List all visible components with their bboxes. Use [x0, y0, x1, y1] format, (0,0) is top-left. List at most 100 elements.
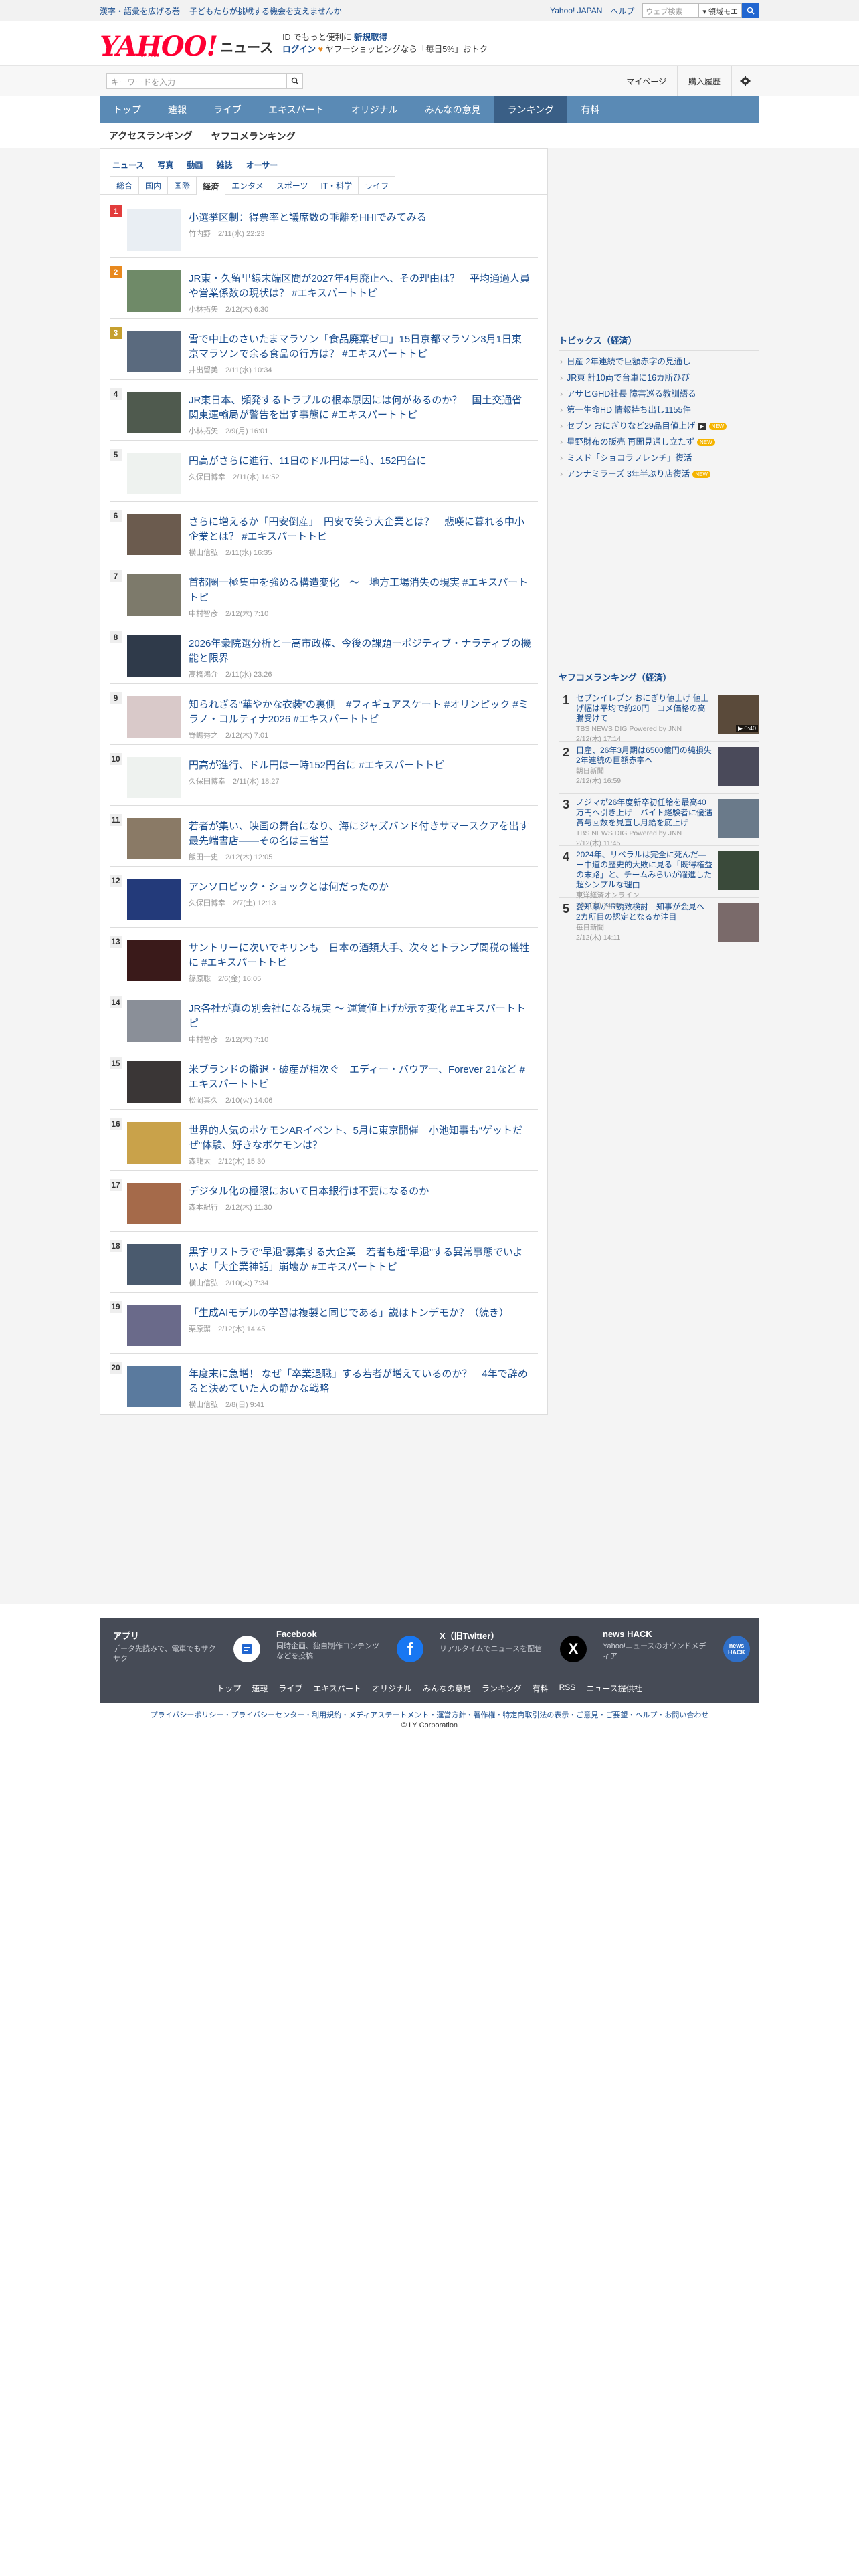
comment-ranking-thumbnail[interactable]: ▶ 0:40 — [718, 695, 759, 734]
ranking-item[interactable]: 5 円高がさらに進行、11日のドル円は一時、152円台に 久保田博幸 2/11(水)… — [110, 441, 538, 502]
article-title[interactable]: 円高が進行、ドル円は一時152円台に #エキスパートトピ — [189, 758, 531, 773]
tab-access-ranking[interactable]: アクセスランキング — [100, 123, 202, 150]
article-thumbnail[interactable] — [127, 331, 181, 372]
article-thumbnail[interactable] — [127, 270, 181, 312]
footer-link[interactable]: トップ — [217, 1683, 241, 1694]
ranking-item[interactable]: 4 JR東日本、頻発するトラブルの根本原因には何があるのか？ 国土交通省関東運輸局… — [110, 380, 538, 441]
article-title[interactable]: 2026年衆院選分析と一高市政権、今後の課題ーポジティブ・ナラティブの機能と限界 — [189, 637, 531, 666]
article-thumbnail[interactable] — [127, 392, 181, 433]
web-search-button[interactable] — [742, 3, 759, 18]
ranking-item[interactable]: 17 デジタル化の極限において日本銀行は不要になるのか 森本紀行 2/12(木) 1… — [110, 1171, 538, 1232]
footer-link[interactable]: 有料 — [533, 1683, 549, 1694]
topic-item[interactable]: 星野財布の販売 再開見通し立たずNEW — [559, 434, 759, 450]
topics-heading[interactable]: トピックス（経済） — [559, 334, 759, 351]
article-title[interactable]: 年度末に急増！ なぜ「卒業退職」する若者が増えているのか？ 4年で辞めると決めて… — [189, 1367, 531, 1396]
news-search-button[interactable] — [287, 73, 303, 89]
settings-button[interactable] — [731, 66, 759, 96]
category-tab[interactable]: 雑誌 — [209, 156, 239, 173]
web-search-input[interactable]: ウェブ検索 — [642, 3, 699, 18]
article-title[interactable]: 知られざる“華やかな衣装”の裏側 #フィギュアスケート #オリンピック #ミラノ… — [189, 697, 531, 727]
news-search-input[interactable]: キーワードを入力 — [106, 73, 287, 89]
article-title[interactable]: 雪で中止のさいたまマラソン「食品廃棄ゼロ」15日京都マラソン3月1日東京マラソン… — [189, 332, 531, 362]
comment-ranking-item[interactable]: 3 ノジマが26年度新卒初任給を最高40万円へ引き上げ バイト経験者に優遇 賞与回… — [559, 794, 759, 847]
article-thumbnail[interactable] — [127, 209, 181, 251]
comment-ranking-thumbnail[interactable] — [718, 747, 759, 786]
article-thumbnail[interactable] — [127, 1061, 181, 1103]
genre-tab[interactable]: ライフ — [358, 176, 396, 194]
category-tab[interactable]: 動画 — [180, 156, 209, 173]
topic-item[interactable]: セブン おにぎりなど29品目値上げ▶NEW — [559, 418, 759, 434]
shopping-promo-link[interactable]: ヤフーショッピングなら「毎日5%」おトク — [325, 45, 488, 54]
footer-link[interactable]: ライブ — [278, 1683, 302, 1694]
footer-link[interactable]: みんなの意見 — [423, 1683, 471, 1694]
article-thumbnail[interactable] — [127, 635, 181, 677]
ranking-item[interactable]: 7 首都圏一極集中を強める構造変化 〜 地方工場消失の現実 #エキスパートトピ 中村… — [110, 562, 538, 623]
genre-tab[interactable]: スポーツ — [269, 176, 315, 194]
tab-comment-ranking[interactable]: ヤフコメランキング — [202, 123, 305, 150]
article-thumbnail[interactable] — [127, 514, 181, 555]
footer-app-box[interactable]: アプリ データ先読みで、電車でもサクサク — [113, 1629, 270, 1672]
search-scope-select[interactable]: ▾ 領域モエ — [698, 3, 742, 18]
article-title[interactable]: 世界的人気のポケモンARイベント、5月に東京開催 小池知事も“ゲットだぜ”体験、… — [189, 1123, 531, 1153]
topic-item[interactable]: JR東 計10両で台車に16カ所ひび — [559, 370, 759, 386]
ranking-item[interactable]: 1 小選挙区制：得票率と議席数の乖離をHHIでみてみる 竹内野 2/11(水) 22… — [110, 197, 538, 258]
ranking-item[interactable]: 11 若者が集い、映画の舞台になり、海にジャズバンド付きサマースクアを出す最先端書… — [110, 806, 538, 867]
footer-x-box[interactable]: X（旧Twitter） リアルタイムでニュースを配信 X — [440, 1629, 596, 1672]
genre-tab[interactable]: 国内 — [138, 176, 169, 194]
article-thumbnail[interactable] — [127, 1366, 181, 1407]
comment-ranking-item[interactable]: 2 日産、26年3月期は6500億円の純損失 2年連続の巨額赤字へ 朝日新聞 2/12… — [559, 742, 759, 794]
article-title[interactable]: 円高がさらに進行、11日のドル円は一時、152円台に — [189, 454, 531, 469]
yahoo-japan-link[interactable]: Yahoo! JAPAN — [550, 6, 602, 15]
article-title[interactable]: JR各社が真の別会社になる現実 〜 運賃値上げが示す変化 #エキスパートトピ — [189, 1002, 531, 1031]
nav-item[interactable]: 有料 — [567, 96, 613, 123]
footer-link[interactable]: エキスパート — [313, 1683, 361, 1694]
article-title[interactable]: サントリーに次いでキリンも 日本の酒類大手、次々とトランプ関税の犠牲に #エキス… — [189, 941, 531, 970]
footer-link[interactable]: RSS — [559, 1683, 576, 1694]
category-tab[interactable]: オーサー — [239, 156, 284, 173]
comment-ranking-thumbnail[interactable] — [718, 851, 759, 890]
comment-ranking-title[interactable]: セブンイレブン おにぎり値上げ 値上げ幅は平均で約20円 コメ価格の高騰受けて — [576, 693, 712, 724]
ranking-item[interactable]: 12 アンソロピック・ショックとは何だったのか 久保田博幸 2/7(土) 12:13 — [110, 867, 538, 928]
topic-item[interactable]: 日産 2年連続で巨額赤字の見通し — [559, 354, 759, 370]
article-title[interactable]: デジタル化の極限において日本銀行は不要になるのか — [189, 1184, 531, 1199]
article-title[interactable]: 黒字リストラで“早退”募集する大企業 若者も超“早退”する異常事態でいよいよ「大… — [189, 1245, 531, 1275]
topic-item[interactable]: アンナミラーズ 3年半ぶり店復活NEW — [559, 466, 759, 482]
article-title[interactable]: 若者が集い、映画の舞台になり、海にジャズバンド付きサマースクアを出す最先端書店―… — [189, 819, 531, 849]
ranking-item[interactable]: 13 サントリーに次いでキリンも 日本の酒類大手、次々とトランプ関税の犠牲に #エ… — [110, 928, 538, 988]
article-thumbnail[interactable] — [127, 1122, 181, 1164]
comment-ranking-item[interactable]: 4 2024年、リベラルは完全に死んだ―ー中道の歴史的大敗に見る「既得権益の末路」… — [559, 846, 759, 909]
article-title[interactable]: さらに増えるか「円安倒産」 円安で笑う大企業とは？ 悲嘆に暮れる中小企業とは？ … — [189, 515, 531, 544]
article-thumbnail[interactable] — [127, 1244, 181, 1285]
ranking-item[interactable]: 2 JR東・久留里線末端区間が2027年4月廃止へ、その理由は？ 平均通過人員や営… — [110, 258, 538, 319]
genre-tab[interactable]: 総合 — [110, 176, 140, 194]
mypage-link[interactable]: マイページ — [615, 66, 677, 96]
topic-item[interactable]: ミスド「ショコラフレンチ」復活 — [559, 450, 759, 466]
genre-tab[interactable]: エンタメ — [225, 176, 270, 194]
purchase-history-link[interactable]: 購入履歴 — [676, 66, 731, 96]
ranking-item[interactable]: 10 円高が進行、ドル円は一時152円台に #エキスパートトピ 久保田博幸 2/11… — [110, 745, 538, 806]
footer-newshack-box[interactable]: news HACK Yahoo!ニュースのオウンドメディア news HACK — [603, 1629, 759, 1672]
article-thumbnail[interactable] — [127, 1305, 181, 1346]
article-title[interactable]: アンソロピック・ショックとは何だったのか — [189, 880, 531, 895]
comment-ranking-item[interactable]: 5 愛知県がIR誘致検討 知事が会見へ 2カ所目の認定となるか注目 毎日新聞 2/12… — [559, 898, 759, 950]
topic-item[interactable]: 第一生命HD 情報持ち出し1155件 — [559, 402, 759, 418]
genre-tab[interactable]: 経済 — [196, 176, 226, 195]
nav-item[interactable]: みんなの意見 — [411, 96, 494, 123]
article-title[interactable]: 首都圏一極集中を強める構造変化 〜 地方工場消失の現実 #エキスパートトピ — [189, 576, 531, 605]
article-thumbnail[interactable] — [127, 1183, 181, 1224]
footer-link[interactable]: オリジナル — [372, 1683, 412, 1694]
comment-ranking-heading[interactable]: ヤフコメランキング（経済） — [559, 671, 759, 689]
topic-item[interactable]: アサヒGHD社長 障害巡る教訓語る — [559, 386, 759, 402]
comment-ranking-thumbnail[interactable] — [718, 799, 759, 838]
comment-ranking-item[interactable]: 1 セブンイレブン おにぎり値上げ 値上げ幅は平均で約20円 コメ価格の高騰受けて… — [559, 689, 759, 743]
article-title[interactable]: JR東・久留里線末端区間が2027年4月廃止へ、その理由は？ 平均通過人員や営業… — [189, 272, 531, 301]
ranking-item[interactable]: 3 雪で中止のさいたまマラソン「食品廃棄ゼロ」15日京都マラソン3月1日東京マラソ… — [110, 319, 538, 380]
article-thumbnail[interactable] — [127, 940, 181, 981]
promo-link-2[interactable]: 子どもたちが挑戦する機会を支えませんか — [189, 5, 342, 17]
article-title[interactable]: 「生成AIモデルの学習は複製と同じである」説はトンデモか？（続き） — [189, 1306, 531, 1321]
footer-link[interactable]: 速報 — [252, 1683, 268, 1694]
article-thumbnail[interactable] — [127, 1000, 181, 1042]
article-thumbnail[interactable] — [127, 757, 181, 798]
article-thumbnail[interactable] — [127, 574, 181, 616]
help-link[interactable]: ヘルプ — [610, 5, 634, 17]
